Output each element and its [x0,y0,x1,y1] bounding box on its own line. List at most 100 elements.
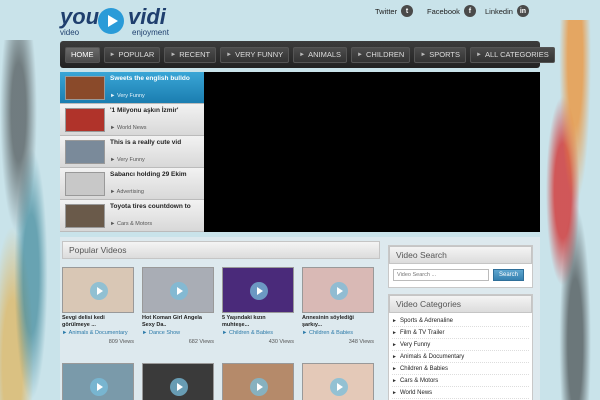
category-item[interactable]: ► Cars & Motors [392,375,529,387]
video-views: 682 Views [188,339,214,345]
arrow-right-icon: ► [109,51,116,58]
logo-tagline-right: enjoyment [132,28,169,37]
decorative-art-left [0,40,62,400]
video-category[interactable]: ► Children & Babies [302,330,374,336]
arrow-right-icon: ► [226,51,233,58]
nav-sports-label: SPORTS [429,50,460,59]
category-label: Animals & Documentary [399,353,465,360]
search-input[interactable] [393,269,489,281]
category-label: Very Funny [399,341,431,348]
search-button[interactable]: Search [493,269,525,281]
social-linkedin[interactable]: Linkedin in [485,4,529,18]
category-label: World News [399,389,433,396]
play-icon[interactable] [330,282,348,300]
category-label: Cars & Motors [399,377,439,384]
video-card[interactable]: 5 Yaşındaki kızın muhteşe... ► Children … [222,267,294,357]
category-item[interactable]: ► Children & Babies [392,363,529,375]
social-facebook-label: Facebook [427,6,460,16]
featured-thumbnail [65,204,105,228]
video-card[interactable]: Sevgi delisi kedi görülmeye ... ► Animal… [62,267,134,357]
nav-recent-label: RECENT [179,50,211,59]
video-title[interactable]: Hot Koman Girl Angela Sexy Da.. [142,315,214,329]
video-thumbnail[interactable] [142,267,214,313]
featured-thumbnail [65,172,105,196]
nav-animals-label: ANIMALS [308,50,342,59]
nav-animals[interactable]: ► ANIMALS [293,46,348,63]
video-card[interactable] [222,363,294,400]
play-icon[interactable] [330,378,348,396]
logo-tagline-left: video [60,28,80,37]
video-player[interactable] [204,72,540,232]
video-card[interactable]: Hot Koman Girl Angela Sexy Da.. ► Dance … [142,267,214,357]
video-search-heading: Video Search [389,246,532,264]
popular-videos-panel: Popular Videos Sevgi delisi kedi görülme… [62,241,380,400]
featured-thumbnail [65,140,105,164]
social-facebook[interactable]: Facebook f [427,4,476,18]
video-category[interactable]: ► Children & Babies [222,330,294,336]
nav-very-funny[interactable]: ► VERY FUNNY [220,46,290,63]
nav-children[interactable]: ► CHILDREN [351,46,411,63]
play-icon[interactable] [90,282,108,300]
nav-popular[interactable]: ► POPULAR [103,46,161,63]
nav-home[interactable]: HOME [65,46,100,63]
nav-recent[interactable]: ► RECENT [164,46,217,63]
play-icon[interactable] [170,378,188,396]
arrow-right-icon: ► [420,51,427,58]
featured-item[interactable]: Sabancı holding 29 Ekim ► Advertising [60,168,204,200]
video-categories-heading: Video Categories [389,295,532,313]
nav-children-label: CHILDREN [365,50,405,59]
arrow-right-icon: ► [170,51,177,58]
video-category[interactable]: ► Animals & Documentary [62,330,134,336]
video-card[interactable] [142,363,214,400]
video-thumbnail[interactable] [142,363,214,400]
video-category[interactable]: ► Dance Show [142,330,214,336]
video-card[interactable] [62,363,134,400]
featured-item[interactable]: This is a really cute vid ► Very Funny [60,136,204,168]
linkedin-icon[interactable]: in [516,5,529,17]
video-thumbnail[interactable] [222,267,294,313]
play-icon[interactable] [250,282,268,300]
play-icon[interactable] [250,378,268,396]
video-thumbnail[interactable] [62,267,134,313]
nav-very-funny-label: VERY FUNNY [235,50,284,59]
video-card[interactable]: Annesinin söylediği şarkıy... ► Children… [302,267,374,357]
nav-home-label: HOME [71,50,94,59]
video-grid: Sevgi delisi kedi görülmeye ... ► Animal… [62,267,380,400]
video-thumbnail[interactable] [302,363,374,400]
featured-item[interactable]: Sweets the english bulldo ► Very Funny [60,72,204,104]
search-row: Search [389,264,532,287]
video-title[interactable]: Sevgi delisi kedi görülmeye ... [62,315,134,329]
social-twitter-label: Twitter [375,6,398,16]
bullet-arrow-icon: ► [392,329,397,336]
featured-thumbnail [65,76,105,100]
decorative-art-right [538,20,600,400]
bullet-arrow-icon: ► [392,365,397,372]
featured-item[interactable]: '1 Milyonu aşkın İzmir' ► World News [60,104,204,136]
category-item[interactable]: ► Animals & Documentary [392,351,529,363]
video-thumbnail[interactable] [222,363,294,400]
featured-item[interactable]: Toyota tires countdown to ► Cars & Motor… [60,200,204,232]
video-title[interactable]: Annesinin söylediği şarkıy... [302,315,374,329]
category-item[interactable]: ► World News [392,387,529,399]
video-card[interactable] [302,363,374,400]
social-linkedin-label: Linkedin [485,6,513,16]
twitter-icon[interactable]: t [401,5,414,17]
video-thumbnail[interactable] [62,363,134,400]
play-icon[interactable] [170,282,188,300]
play-icon[interactable] [90,378,108,396]
video-thumbnail[interactable] [302,267,374,313]
social-twitter[interactable]: Twitter t [375,4,414,18]
nav-all-categories[interactable]: ► ALL CATEGORIES [469,46,555,63]
category-item[interactable]: ► Very Funny [392,339,529,351]
nav-sports[interactable]: ► SPORTS [414,46,466,63]
arrow-right-icon: ► [475,51,482,58]
video-title[interactable]: 5 Yaşındaki kızın muhteşe... [222,315,294,329]
featured-title: Sweets the english bulldo [110,75,190,82]
category-item[interactable]: ► Film & TV Trailer [392,327,529,339]
featured-title: '1 Milyonu aşkın İzmir' [110,107,179,114]
bullet-arrow-icon: ► [392,389,397,396]
category-item[interactable]: ► Sports & Adrenaline [392,315,529,327]
featured-title: Toyota tires countdown to [110,203,191,210]
facebook-icon[interactable]: f [463,5,476,17]
site-logo[interactable]: you vidi video enjoyment [60,4,170,38]
